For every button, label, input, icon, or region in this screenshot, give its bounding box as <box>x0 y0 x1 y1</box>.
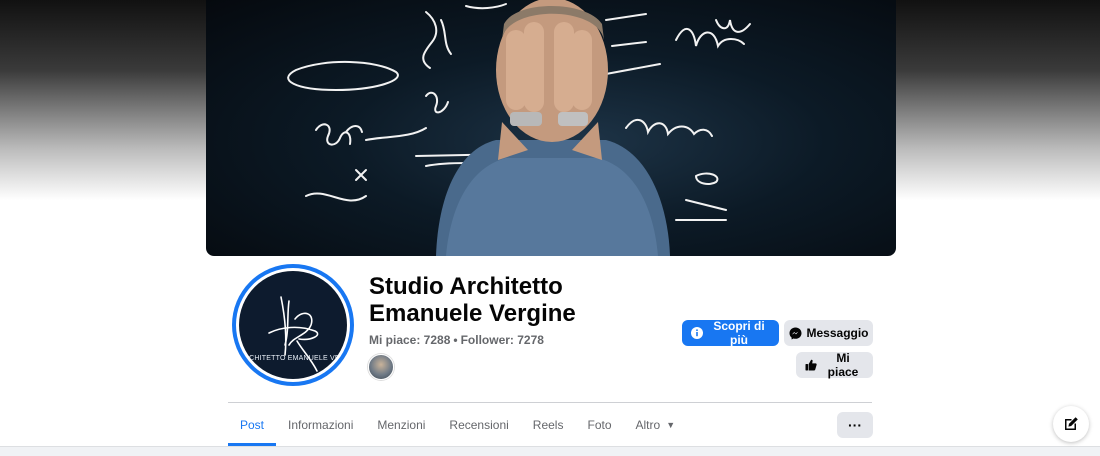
tab-foto[interactable]: Foto <box>575 404 623 446</box>
tabs-divider <box>228 402 872 403</box>
profile-avatar[interactable]: ARCHITETTO EMANUELE VERGINE <box>232 264 354 386</box>
compose-button[interactable] <box>1053 406 1089 442</box>
tab-informazioni[interactable]: Informazioni <box>276 404 365 446</box>
tab-label: Post <box>240 418 265 432</box>
like-button[interactable]: Mi piace <box>796 351 873 379</box>
message-button[interactable]: Messaggio <box>784 320 873 346</box>
page-tabs: Post Informazioni Menzioni Recensioni Re… <box>228 404 687 446</box>
info-icon <box>691 327 703 339</box>
tab-label: Reels <box>532 418 564 432</box>
page-title: Studio Architetto Emanuele Vergine <box>369 273 669 327</box>
messenger-icon <box>789 327 801 339</box>
thumbs-up-icon <box>805 359 817 371</box>
avatar-caption: ARCHITETTO EMANUELE VERGINE <box>239 355 347 362</box>
message-label: Messaggio <box>806 326 869 340</box>
page-title-line-2: Emanuele Vergine <box>369 300 576 327</box>
more-options-button[interactable]: ··· <box>837 412 873 438</box>
page-title-line-1: Studio Architetto <box>369 273 563 300</box>
cover-illustration <box>287 0 751 256</box>
tab-label: Recensioni <box>449 418 509 432</box>
tab-reels[interactable]: Reels <box>521 404 576 446</box>
caret-down-icon: ▼ <box>666 420 676 430</box>
like-label: Mi piace <box>827 351 859 379</box>
tab-altro[interactable]: Altro ▼ <box>624 404 688 446</box>
profile-logo: ARCHITETTO EMANUELE VERGINE <box>239 271 347 379</box>
tab-label: Menzioni <box>377 418 426 432</box>
tab-label: Informazioni <box>288 418 354 432</box>
compose-icon <box>1065 417 1078 430</box>
learn-more-button[interactable]: Scopri di più <box>682 319 779 347</box>
cover-photo[interactable] <box>206 0 896 256</box>
signature-logo <box>268 296 319 372</box>
likes-count[interactable]: Mi piace: 7288 <box>369 333 450 347</box>
stats-separator: • <box>453 333 458 347</box>
followers-count[interactable]: Follower: 7278 <box>461 333 544 347</box>
learn-more-label: Scopri di più <box>713 319 765 347</box>
tab-recensioni[interactable]: Recensioni <box>437 404 520 446</box>
tab-menzioni[interactable]: Menzioni <box>365 404 437 446</box>
tab-post[interactable]: Post <box>228 404 277 446</box>
tab-label: Foto <box>587 418 612 432</box>
tab-label: Altro <box>635 418 661 432</box>
friend-avatar[interactable] <box>368 354 394 380</box>
page-stats: Mi piace: 7288 • Follower: 7278 <box>369 333 544 347</box>
